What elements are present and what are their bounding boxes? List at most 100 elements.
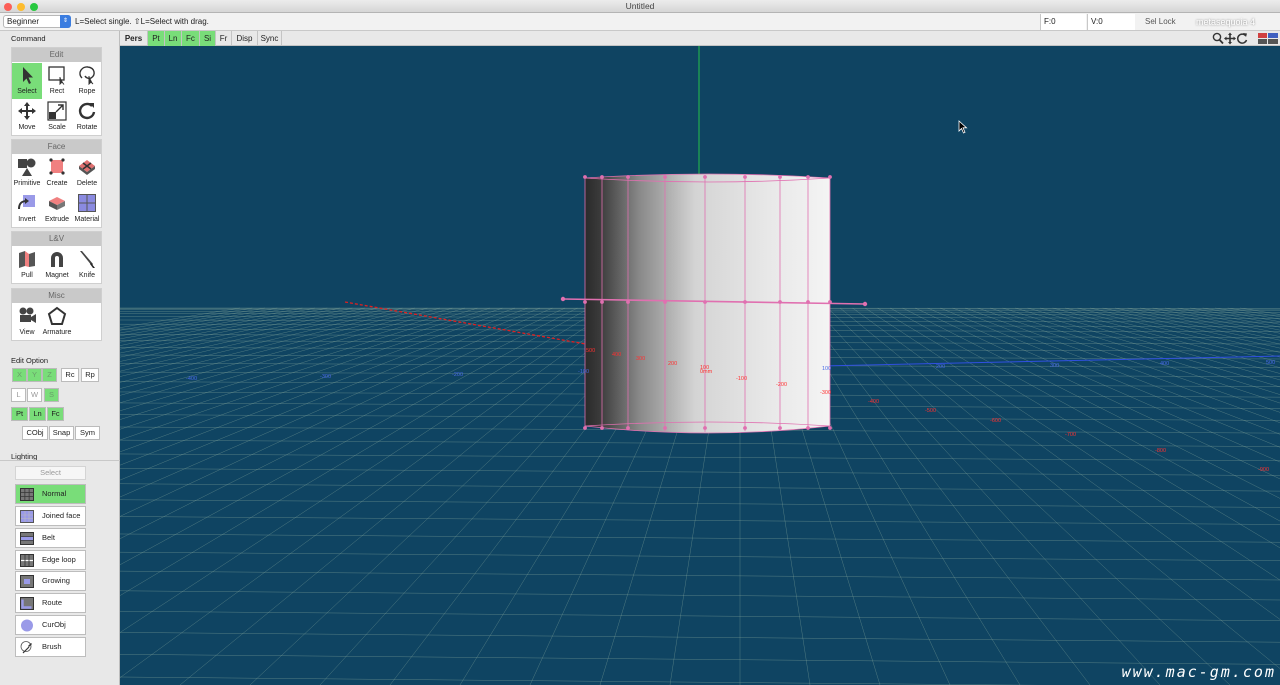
world-toggle[interactable]: W: [27, 388, 42, 402]
lighting-label: Belt: [42, 533, 55, 542]
screen-toggle[interactable]: S: [44, 388, 59, 402]
knife-tool[interactable]: Knife: [72, 247, 102, 283]
tool-label: Delete: [76, 180, 98, 187]
view-si-toggle[interactable]: Si: [199, 31, 215, 46]
tool-label: Pull: [21, 272, 33, 279]
create-tool[interactable]: Create: [42, 155, 72, 191]
sym-toggle[interactable]: Sym: [75, 426, 100, 440]
chevron-updown-icon: ⇕: [60, 15, 71, 28]
z-axis-label: 200: [936, 364, 945, 370]
x-axis-label: 200: [668, 361, 677, 367]
tool-label: Rope: [78, 88, 96, 95]
z-axis-label: -100: [578, 369, 589, 375]
rope-tool[interactable]: Rope: [72, 63, 102, 99]
select-tool[interactable]: Select: [12, 63, 42, 99]
view-disp-button[interactable]: Disp: [231, 31, 257, 46]
pull-tool[interactable]: Pull: [12, 247, 42, 283]
view-sync-button[interactable]: Sync: [257, 31, 282, 46]
invert-tool[interactable]: Invert: [12, 191, 42, 227]
lighting-label: Route: [42, 598, 63, 607]
x-axis-label: -600: [990, 418, 1001, 424]
lighting-joined-face[interactable]: Joined face: [15, 506, 86, 526]
tool-label: Rotate: [76, 124, 98, 131]
armature-tool[interactable]: Armature: [42, 304, 72, 340]
axis-y-toggle[interactable]: Y: [27, 368, 42, 382]
view-layout-icon[interactable]: [1258, 33, 1278, 44]
magnet-tool[interactable]: Magnet: [42, 247, 72, 283]
cobj-toggle[interactable]: CObj: [22, 426, 48, 440]
lighting-select-button[interactable]: Select: [15, 466, 86, 480]
app-label: metasequoia 4: [1196, 17, 1256, 27]
view-tool[interactable]: View: [12, 304, 42, 340]
lighting-route[interactable]: Route: [15, 593, 86, 613]
view-name-label[interactable]: Pers: [120, 31, 147, 46]
divider: [0, 460, 120, 461]
scale-tool[interactable]: Scale: [42, 99, 72, 135]
local-toggle[interactable]: L: [11, 388, 26, 402]
magnet-icon: [51, 252, 63, 267]
x-axis-label: 300: [636, 356, 645, 362]
lv-group: L&V Pull Magnet Knife: [11, 231, 102, 284]
tool-label: Move: [18, 124, 36, 131]
x-axis-label: -900: [1258, 467, 1269, 473]
material-tool[interactable]: Material: [72, 191, 102, 227]
primitive-tool[interactable]: Primitive: [12, 155, 42, 191]
view-fr-toggle[interactable]: Fr: [215, 31, 231, 46]
viewport-toolbar: Pers Pt Ln Fc Si Fr Disp Sync: [120, 31, 1280, 46]
mode-select[interactable]: Beginner ⇕: [3, 15, 71, 28]
rotate-tool[interactable]: Rotate: [72, 99, 102, 135]
snap-toggle[interactable]: Snap: [49, 426, 74, 440]
axis-z-toggle[interactable]: Z: [42, 368, 57, 382]
rect-tool[interactable]: Rect: [42, 63, 72, 99]
tool-label: Knife: [79, 272, 95, 279]
edit-group: Edit Select Rect Rope Move Scale Rotate: [11, 47, 102, 136]
x-axis-label: -100: [736, 376, 747, 382]
axis-x-toggle[interactable]: X: [12, 368, 27, 382]
delete-tool[interactable]: Delete: [72, 155, 102, 191]
view-point-toggle[interactable]: Pt: [147, 31, 164, 46]
rp-toggle[interactable]: Rp: [81, 368, 99, 382]
lighting-label: Normal: [42, 489, 67, 498]
lighting-label: Edge loop: [42, 555, 76, 564]
tool-label: Invert: [18, 216, 36, 223]
lighting-normal[interactable]: Normal: [15, 484, 86, 504]
rotate-view-icon[interactable]: [1236, 32, 1248, 45]
face-toggle[interactable]: Fc: [47, 407, 64, 421]
grid-joined-icon: [20, 510, 34, 523]
x-axis-label: 0mm: [700, 369, 713, 375]
rc-toggle[interactable]: Rc: [61, 368, 79, 382]
move-tool[interactable]: Move: [12, 99, 42, 135]
view-face-toggle[interactable]: Fc: [181, 31, 199, 46]
tool-label: Material: [74, 216, 100, 223]
sel-lock-button[interactable]: Sel Lock: [1137, 14, 1185, 30]
lighting-belt[interactable]: Belt: [15, 528, 86, 548]
lighting-edge-loop[interactable]: Edge loop: [15, 550, 86, 570]
zoom-icon[interactable]: [1212, 32, 1224, 45]
pull-icon: [19, 251, 35, 268]
3d-viewport[interactable]: 500 400 300 200 100 0mm -100 -200 -300 -400 -500 -6…: [120, 46, 1280, 685]
invert-face-icon: [18, 195, 35, 210]
lighting-growing[interactable]: Growing: [15, 571, 86, 591]
view-line-toggle[interactable]: Ln: [164, 31, 181, 46]
scene-canvas[interactable]: 500 400 300 200 100 0mm -100 -200 -300 -400 -500 -6…: [120, 46, 1280, 685]
extrude-tool[interactable]: Extrude: [42, 191, 72, 227]
point-toggle[interactable]: Pt: [11, 407, 28, 421]
lighting-curobj[interactable]: CurObj: [15, 615, 86, 635]
z-axis-label: 300: [1050, 363, 1059, 369]
create-face-icon: [49, 158, 65, 175]
z-axis-label: 400: [1160, 361, 1169, 367]
watermark: www.mac-gm.com: [1121, 663, 1276, 681]
delete-face-icon: [79, 160, 95, 175]
rotate-icon: [78, 102, 96, 120]
x-axis-label: -800: [1155, 448, 1166, 454]
move-view-icon[interactable]: [1224, 32, 1236, 45]
lv-group-title: L&V: [12, 232, 101, 246]
window-title: Untitled: [625, 1, 655, 11]
tool-label: Rect: [49, 88, 65, 95]
lighting-brush[interactable]: Brush: [15, 637, 86, 657]
z-axis-label: 500: [1266, 360, 1275, 366]
line-toggle[interactable]: Ln: [29, 407, 46, 421]
hint-text: L=Select single. ⇧L=Select with drag.: [75, 17, 209, 26]
arrow-cursor-icon: [23, 67, 33, 84]
x-axis-label: -700: [1065, 432, 1076, 438]
